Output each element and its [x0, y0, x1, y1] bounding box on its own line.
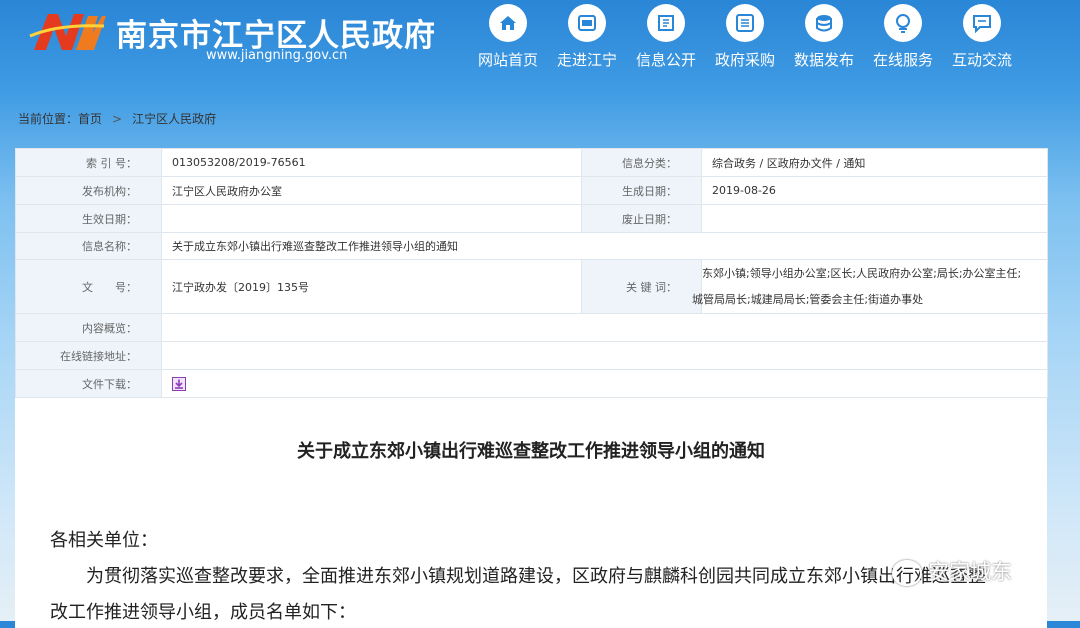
meta-label-index: 索 引 号： [15, 148, 162, 177]
nav-label: 互动交流 [951, 51, 1012, 69]
download-icon[interactable] [172, 376, 186, 391]
meta-label-name: 信息名称： [15, 232, 162, 260]
nav-label: 信息公开 [635, 51, 696, 69]
meta-value-expiry [701, 204, 1048, 233]
list-icon [726, 4, 764, 42]
meta-label-expiry: 废止日期： [581, 204, 702, 233]
nav-item-data[interactable]: 数据发布 [786, 4, 862, 74]
meta-label-category: 信息分类： [581, 148, 702, 177]
meta-row: 索 引 号： 013053208/2019-76561 信息分类： 综合政务 /… [15, 148, 1048, 177]
keywords-line: 东郊小镇;领导小组办公室;区长;人民政府办公室;局长;办公室主任; [702, 266, 1022, 280]
meta-row: 信息名称： 关于成立东郊小镇出行难巡查整改工作推进领导小组的通知 [15, 232, 1048, 260]
meta-row: 生效日期： 废止日期： [15, 204, 1048, 233]
document-icon [647, 4, 685, 42]
nav-label: 数据发布 [793, 51, 854, 69]
breadcrumb: 当前位置：首页 > 江宁区人民政府 [18, 110, 216, 127]
meta-row: 文 号： 江宁政办发〔2019〕135号 关 键 词： 东郊小镇;领导小组办公室… [15, 259, 1048, 314]
document-paragraph-line: 为贯彻落实巡查整改要求，全面推进东郊小镇规划道路建设，区政府与麒麟科创园共同成立… [86, 566, 986, 587]
service-icon [884, 4, 922, 42]
nav-item-about[interactable]: 走进江宁 [549, 4, 625, 74]
meta-label-link: 在线链接地址： [15, 341, 162, 370]
database-icon [805, 4, 843, 42]
meta-value-link [161, 341, 1048, 370]
wechat-logo-icon [892, 560, 922, 586]
site-url[interactable]: www.jiangning.gov.cn [206, 48, 347, 63]
nav-item-procurement[interactable]: 政府采购 [707, 4, 783, 74]
site-logo[interactable] [28, 6, 106, 56]
home-icon [489, 4, 527, 42]
breadcrumb-home-link[interactable]: 首页 [78, 112, 102, 126]
meta-value-category: 综合政务 / 区政府办文件 / 通知 [701, 148, 1048, 177]
nav-item-home[interactable]: 网站首页 [470, 4, 546, 74]
nav-item-disclosure[interactable]: 信息公开 [628, 4, 704, 74]
breadcrumb-prefix: 当前位置： [18, 112, 79, 126]
meta-value-download [161, 369, 1048, 398]
document-paragraph-line: 改工作推进领导小组，成员名单如下： [50, 602, 356, 623]
site-header: 南京市江宁区人民政府 www.jiangning.gov.cn 网站首页 走进江… [0, 0, 1080, 100]
nav-label: 政府采购 [714, 51, 775, 69]
nav-label: 网站首页 [477, 51, 538, 69]
meta-label-keywords: 关 键 词： [581, 259, 702, 314]
watermark: 安家城东 [892, 556, 1012, 586]
meta-value-name: 关于成立东郊小镇出行难巡查整改工作推进领导小组的通知 [161, 232, 1048, 260]
meta-label-created: 生成日期： [581, 176, 702, 205]
meta-row: 发布机构： 江宁区人民政府办公室 生成日期： 2019-08-26 [15, 176, 1048, 205]
nav-label: 在线服务 [872, 51, 933, 69]
meta-label-effective: 生效日期： [15, 204, 162, 233]
chevron-right-icon: > [112, 112, 123, 126]
meta-value-issuer: 江宁区人民政府办公室 [161, 176, 582, 205]
nav-item-services[interactable]: 在线服务 [865, 4, 941, 74]
meta-value-summary [161, 313, 1048, 342]
document-salutation: 各相关单位： [50, 530, 158, 551]
meta-label-summary: 内容概览： [15, 313, 162, 342]
nav-label: 走进江宁 [556, 51, 617, 69]
info-meta-table: 索 引 号： 013053208/2019-76561 信息分类： 综合政务 /… [15, 148, 1048, 398]
meta-value-effective [161, 204, 582, 233]
map-icon [568, 4, 606, 42]
keywords-line: 城管局局长;城建局局长;管委会主任;街道办事处 [692, 292, 924, 306]
meta-value-index: 013053208/2019-76561 [161, 148, 582, 177]
meta-row: 内容概览： [15, 313, 1048, 342]
meta-label-docno: 文 号： [15, 259, 162, 314]
breadcrumb-current-link[interactable]: 江宁区人民政府 [132, 112, 216, 126]
meta-label-download: 文件下载： [15, 369, 162, 398]
meta-value-keywords: 东郊小镇;领导小组办公室;区长;人民政府办公室;局长;办公室主任; 城管局局长;… [692, 259, 1048, 314]
document-title: 关于成立东郊小镇出行难巡查整改工作推进领导小组的通知 [297, 441, 765, 462]
meta-value-docno: 江宁政办发〔2019〕135号 [161, 259, 582, 314]
watermark-text: 安家城东 [928, 560, 1012, 584]
meta-label-issuer: 发布机构： [15, 176, 162, 205]
nav-item-interaction[interactable]: 互动交流 [944, 4, 1020, 74]
meta-row: 在线链接地址： [15, 341, 1048, 370]
meta-row: 文件下载： [15, 369, 1048, 398]
chat-icon [963, 4, 1001, 42]
meta-value-created: 2019-08-26 [701, 176, 1048, 205]
